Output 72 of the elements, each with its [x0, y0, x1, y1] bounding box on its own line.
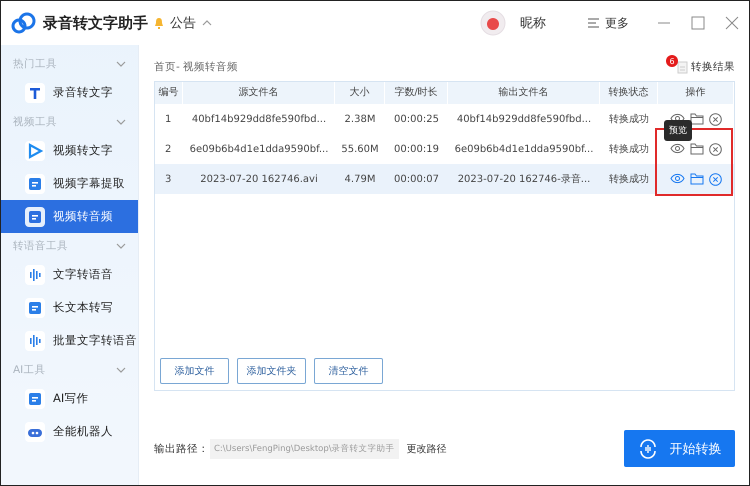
table-cell-text: 55.60M	[340, 144, 380, 154]
document-icon	[25, 388, 45, 408]
table-cell-text: 6e09b6b4d1e1dda9590bf...	[454, 144, 594, 154]
table-cell-text: 转换成功	[608, 112, 650, 126]
more-menu[interactable]: 更多	[605, 14, 629, 32]
count-badge: 6	[666, 55, 678, 67]
file-button[interactable]: 添加文件	[160, 358, 229, 384]
document-icon	[25, 298, 45, 318]
close-icon[interactable]	[725, 16, 739, 30]
table-cell-text: 1	[164, 114, 172, 124]
group-label: 视频工具	[13, 114, 57, 128]
maximize-icon[interactable]	[691, 16, 705, 30]
table-cell-text: 4.79M	[344, 174, 376, 184]
document-icon[interactable]	[677, 60, 688, 74]
close-icon[interactable]	[709, 172, 722, 186]
group-label: AI工具	[13, 362, 46, 376]
close-icon[interactable]	[709, 112, 722, 126]
chevron-icon[interactable]	[116, 118, 126, 124]
t-letter-icon	[25, 82, 45, 102]
subtitle-icon	[25, 174, 45, 194]
sidebar-item[interactable]: 长文本转写	[1, 291, 138, 324]
table-cell-text: 6e09b6b4d1e1dda9590bf...	[188, 144, 330, 154]
table-cell-text: 00:00:25	[393, 114, 440, 124]
tooltip: 预览	[664, 120, 692, 141]
table-cell-text: 2023-07-20 162746-录音...	[456, 172, 592, 186]
robot-icon	[25, 422, 45, 442]
sidebar-item[interactable]: 视频转文字	[1, 134, 138, 167]
output-label: 输出路径：	[154, 442, 202, 456]
sidebar-item[interactable]: 文字转语音	[1, 258, 138, 291]
file-button[interactable]: 清空文件	[314, 358, 383, 384]
sidebar-item[interactable]: 视频字幕提取	[1, 167, 138, 200]
cloud-logo-icon	[11, 11, 37, 35]
chevron-icon[interactable]	[116, 242, 126, 248]
table-cell-text: 3	[164, 174, 172, 184]
table-cell-text: 40bf14b929dd8fe590fbd...	[190, 114, 328, 124]
sidebar-item[interactable]: 批量文字转语音	[1, 324, 138, 357]
breadcrumb: 首页- 视频转音频	[154, 60, 238, 74]
sidebar-item[interactable]: 录音转文字	[1, 76, 138, 109]
notice-link[interactable]: 公告	[170, 14, 196, 32]
table-cell-text: 40bf14b929dd8fe590fbd...	[456, 114, 592, 124]
start-button[interactable]: 开始转换	[624, 430, 735, 467]
file-button[interactable]: 添加文件夹	[237, 358, 306, 384]
chevron-icon[interactable]	[116, 60, 126, 66]
app-title: 录音转文字助手	[43, 14, 148, 32]
table-cell-text: 00:00:07	[393, 174, 440, 184]
folder-icon[interactable]	[690, 112, 704, 124]
menu-icon[interactable]	[588, 18, 599, 28]
table-cell-text: 00:00:19	[393, 144, 440, 154]
sidebar-item[interactable]: AI写作	[1, 382, 138, 415]
results-link[interactable]: 转换结果	[691, 60, 735, 74]
sound-cycle-icon	[638, 438, 658, 458]
sound-bars-icon	[25, 264, 45, 284]
play-icon	[25, 140, 45, 160]
close-icon[interactable]	[709, 142, 722, 156]
avatar-icon[interactable]	[480, 10, 506, 36]
table-cell-text: 转换成功	[608, 142, 650, 156]
bell-icon	[154, 18, 164, 28]
user-name[interactable]: 昵称	[520, 14, 546, 32]
change-path-link[interactable]: 更改路径	[406, 442, 447, 456]
table-row[interactable]: 3 2023-07-20 162746.avi 4.79M 00:00:07 2023-07-20 162746-录音... 转换成功	[155, 164, 734, 194]
chevron-icon[interactable]	[116, 366, 126, 372]
sidebar-item[interactable]: 全能机器人	[1, 415, 138, 448]
video-audio-icon	[25, 206, 45, 226]
group-label: 热门工具	[13, 56, 57, 70]
table-cell-text: 2023-07-20 162746.avi	[199, 174, 319, 184]
group-label: 转语音工具	[13, 238, 68, 252]
table-cell-text: 2.38M	[344, 114, 376, 124]
table-cell-text: 转换成功	[608, 172, 650, 186]
chevron-icon[interactable]	[202, 20, 212, 26]
sound-bars-icon	[25, 330, 45, 350]
table-cell-text: 2	[164, 144, 172, 154]
sidebar-item[interactable]: 视频转音频	[1, 200, 138, 233]
